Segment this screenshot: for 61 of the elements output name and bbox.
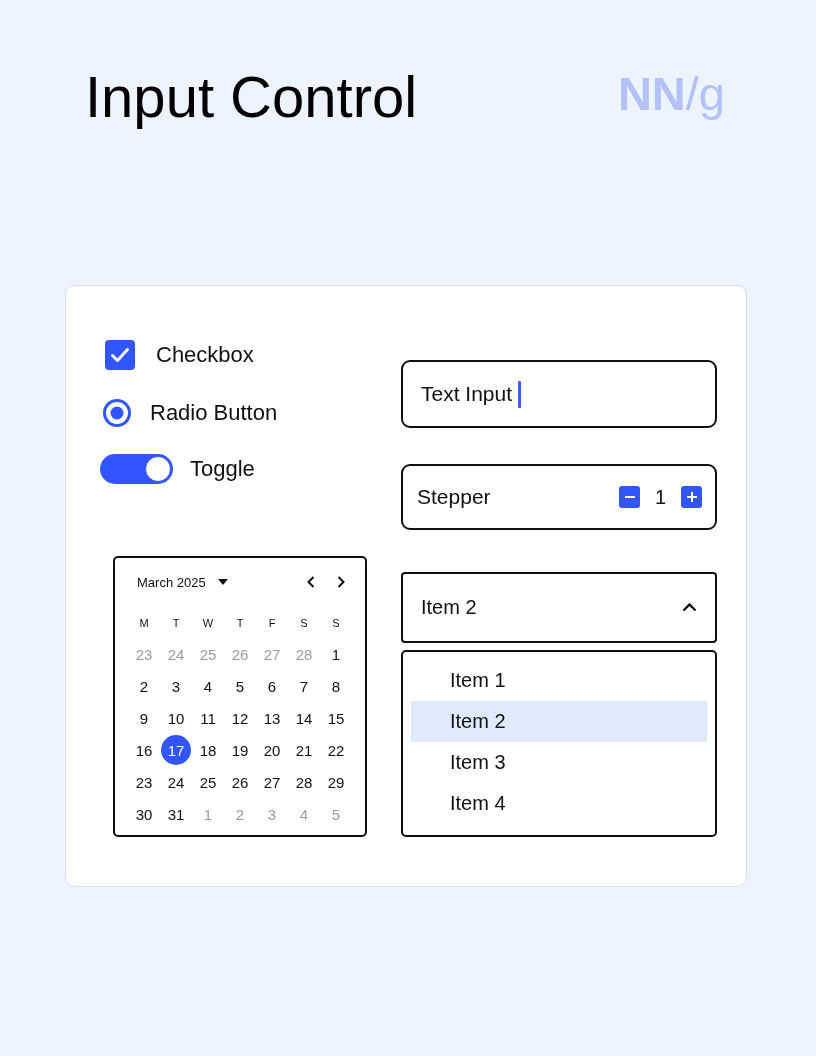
chevron-left-icon[interactable]	[307, 576, 315, 588]
calendar-day[interactable]: 29	[321, 767, 351, 797]
calendar-day[interactable]: 13	[257, 703, 287, 733]
weekday-label: T	[236, 616, 244, 630]
calendar-day[interactable]: 27	[257, 767, 287, 797]
radio-button-label: Radio Button	[150, 400, 278, 426]
calendar-day[interactable]: 21	[289, 735, 319, 765]
calendar-day[interactable]: 3	[161, 671, 191, 701]
radio-button[interactable]	[103, 399, 131, 427]
weekday-label: T	[172, 616, 180, 630]
calendar-day[interactable]: 25	[193, 767, 223, 797]
weekday-label: S	[300, 616, 308, 630]
calendar-day[interactable]: 24	[161, 767, 191, 797]
checkbox-label: Checkbox	[156, 342, 254, 368]
weekday-label: W	[202, 616, 214, 630]
calendar-day[interactable]: 11	[193, 703, 223, 733]
weekday-label: F	[268, 616, 276, 630]
calendar-day[interactable]: 15	[321, 703, 351, 733]
calendar-day[interactable]: 17	[161, 735, 191, 765]
text-input-field[interactable]: Text Input	[401, 360, 717, 428]
plus-icon	[686, 492, 697, 502]
stepper-label: Stepper	[417, 485, 491, 509]
calendar-day[interactable]: 23	[129, 767, 159, 797]
decrement-button[interactable]	[619, 486, 640, 508]
month-select-button[interactable]: March 2025	[137, 574, 228, 590]
dropdown-option[interactable]: Item 3	[411, 742, 707, 783]
dropdown-select[interactable]: Item 2	[401, 572, 717, 643]
calendar-day[interactable]: 31	[161, 799, 191, 829]
dropdown-option[interactable]: Item 2	[411, 701, 707, 742]
calendar-day[interactable]: 19	[225, 735, 255, 765]
calendar-day[interactable]: 8	[321, 671, 351, 701]
calendar-day[interactable]: 28	[289, 767, 319, 797]
calendar-day[interactable]: 22	[321, 735, 351, 765]
toggle-switch[interactable]	[100, 454, 173, 484]
dropdown-option[interactable]: Item 4	[411, 783, 707, 824]
calendar-day[interactable]: 4	[193, 671, 223, 701]
increment-button[interactable]	[681, 486, 702, 508]
calendar-day[interactable]: 5	[225, 671, 255, 701]
calendar-day[interactable]: 6	[257, 671, 287, 701]
calendar-day[interactable]: 7	[289, 671, 319, 701]
chevron-right-icon[interactable]	[337, 576, 345, 588]
calendar-day[interactable]: 9	[129, 703, 159, 733]
checkbox[interactable]	[105, 340, 135, 370]
caret-down-icon	[217, 579, 228, 585]
minus-icon	[624, 496, 635, 498]
calendar-day[interactable]: 1	[321, 639, 351, 669]
dropdown-option[interactable]: Item 1	[411, 660, 707, 701]
calendar-day[interactable]: 10	[161, 703, 191, 733]
weekday-label: S	[332, 616, 340, 630]
calendar-day[interactable]: 20	[257, 735, 287, 765]
calendar-day[interactable]: 16	[129, 735, 159, 765]
toggle-label: Toggle	[190, 456, 255, 482]
logo: NN/g	[617, 66, 725, 122]
calendar-day[interactable]: 12	[225, 703, 255, 733]
calendar-day[interactable]: 18	[193, 735, 223, 765]
calendar-day[interactable]: 14	[289, 703, 319, 733]
calendar-day[interactable]: 26	[225, 767, 255, 797]
weekday-label: M	[139, 616, 149, 630]
calendar-day[interactable]: 30	[129, 799, 159, 829]
calendar-day[interactable]: 2	[129, 671, 159, 701]
stepper-value: 1	[653, 485, 668, 509]
